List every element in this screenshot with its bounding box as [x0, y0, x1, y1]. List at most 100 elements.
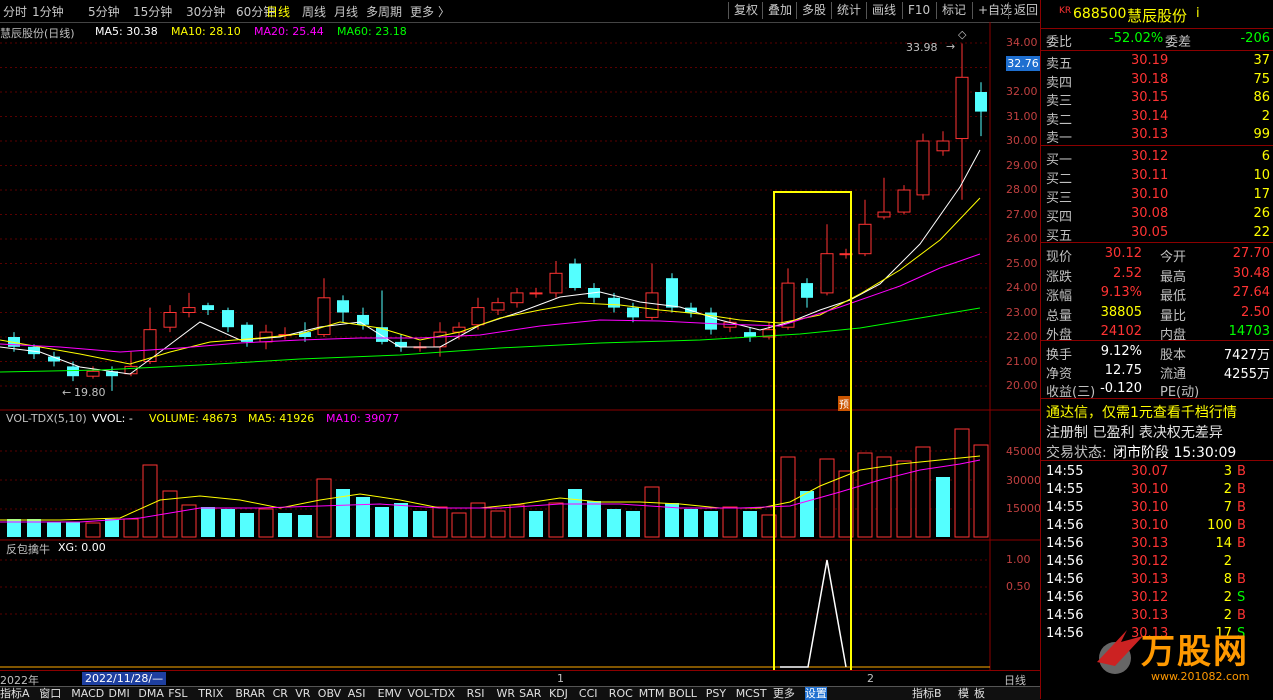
- indicator-tab-15[interactable]: WR: [497, 687, 516, 700]
- volume-bar[interactable]: [529, 511, 543, 537]
- volume-bar[interactable]: [684, 509, 698, 537]
- period-tab-6[interactable]: 日线: [266, 3, 290, 20]
- candle-body[interactable]: [67, 366, 79, 377]
- indicator-tab-17[interactable]: KDJ: [549, 687, 568, 700]
- volume-bar[interactable]: [819, 458, 835, 538]
- indicator-tab-23[interactable]: MCST: [736, 687, 767, 700]
- toolbar-button-6[interactable]: 标记: [936, 2, 971, 19]
- period-tab-9[interactable]: 多周期: [366, 3, 402, 20]
- period-tab-8[interactable]: 月线: [334, 3, 358, 20]
- volume-bar[interactable]: [394, 503, 408, 537]
- period-tab-4[interactable]: 30分钟: [186, 3, 225, 20]
- candle-body[interactable]: [897, 189, 911, 213]
- indicator-tab-18[interactable]: CCI: [579, 687, 598, 700]
- kline-chart-area[interactable]: [0, 22, 1040, 670]
- volume-bar[interactable]: [780, 456, 796, 538]
- candle-body[interactable]: [202, 305, 214, 311]
- candle-body[interactable]: [820, 253, 834, 294]
- volume-bar[interactable]: [644, 486, 660, 538]
- volume-bar[interactable]: [240, 513, 254, 537]
- candle-body[interactable]: [337, 300, 349, 313]
- candle-body[interactable]: [395, 341, 407, 347]
- indicator-tab-5[interactable]: FSL: [168, 687, 187, 700]
- candle-body[interactable]: [510, 292, 524, 304]
- indicator-tab-24[interactable]: 更多: [773, 687, 795, 700]
- volume-bar[interactable]: [413, 511, 427, 537]
- indicator-tab-8[interactable]: CR: [273, 687, 288, 700]
- candle-body[interactable]: [955, 76, 969, 140]
- candle-body[interactable]: [357, 314, 369, 325]
- indicator-tab-22[interactable]: PSY: [706, 687, 726, 700]
- indicator-tab-0[interactable]: 指标A: [0, 687, 30, 700]
- volume-bar[interactable]: [66, 522, 80, 537]
- info-icon[interactable]: i: [1196, 6, 1200, 21]
- period-tab-10[interactable]: 更多: [410, 3, 434, 20]
- volume-bar[interactable]: [936, 477, 950, 537]
- indicator-right-tab-1[interactable]: 模: [958, 687, 969, 700]
- volume-bar[interactable]: [298, 515, 312, 537]
- indicator-tab-9[interactable]: VR: [295, 687, 310, 700]
- volume-bar[interactable]: [356, 497, 370, 537]
- indicator-tab-25[interactable]: 设置: [804, 687, 827, 700]
- candle-body[interactable]: [222, 310, 234, 328]
- candle-body[interactable]: [627, 307, 639, 318]
- volume-bar[interactable]: [123, 518, 139, 538]
- toolbar-button-4[interactable]: 画线: [866, 2, 901, 19]
- candle-body[interactable]: [529, 292, 543, 295]
- indicator-right-tab-0[interactable]: 指标B: [912, 687, 942, 700]
- toolbar-button-5[interactable]: F10: [902, 2, 935, 19]
- indicator-tab-3[interactable]: DMI: [109, 687, 130, 700]
- indicator-tab-2[interactable]: MACD: [71, 687, 104, 700]
- indicator-tab-7[interactable]: BRAR: [235, 687, 265, 700]
- toolbar-button-3[interactable]: 统计: [831, 2, 866, 19]
- more-chevron-icon[interactable]: 〉: [438, 3, 450, 20]
- volume-bar[interactable]: [490, 510, 506, 538]
- volume-bar[interactable]: [743, 511, 757, 537]
- candle-body[interactable]: [471, 307, 485, 326]
- toolbar-button-2[interactable]: 多股: [796, 2, 831, 19]
- volume-bar[interactable]: [375, 507, 389, 537]
- indicator-tab-14[interactable]: RSI: [467, 687, 485, 700]
- indicator-tab-11[interactable]: ASI: [348, 687, 366, 700]
- ad-link[interactable]: 通达信，仅需1元查看千档行情: [1041, 401, 1273, 421]
- candle-body[interactable]: [801, 283, 813, 298]
- volume-bar[interactable]: [626, 511, 640, 537]
- candle-body[interactable]: [936, 140, 950, 152]
- indicator-tab-16[interactable]: SAR: [519, 687, 541, 700]
- volume-bar[interactable]: [105, 519, 119, 537]
- volume-bar[interactable]: [221, 509, 235, 537]
- volume-bar[interactable]: [876, 456, 892, 538]
- volume-bar[interactable]: [587, 501, 601, 537]
- indicator-tab-1[interactable]: 窗口: [39, 687, 61, 700]
- period-tab-0[interactable]: 分时: [3, 3, 27, 20]
- volume-bar[interactable]: [278, 513, 292, 537]
- candle-body[interactable]: [491, 302, 505, 311]
- toolbar-button-0[interactable]: 复权: [728, 2, 763, 19]
- volume-bar[interactable]: [857, 452, 873, 538]
- candle-body[interactable]: [858, 223, 872, 255]
- candle-body[interactable]: [549, 272, 563, 294]
- volume-bar[interactable]: [568, 489, 582, 537]
- indicator-tab-19[interactable]: ROC: [609, 687, 633, 700]
- volume-bar[interactable]: [201, 507, 215, 537]
- indicator-tab-6[interactable]: TRIX: [198, 687, 223, 700]
- candle-body[interactable]: [975, 92, 987, 112]
- candle-body[interactable]: [916, 140, 930, 196]
- volume-bar[interactable]: [509, 504, 525, 538]
- candle-body[interactable]: [877, 211, 891, 218]
- period-tab-3[interactable]: 15分钟: [133, 3, 172, 20]
- candle-body[interactable]: [645, 292, 659, 318]
- volume-bar[interactable]: [142, 464, 158, 538]
- candle-body[interactable]: [608, 297, 620, 308]
- indicator-tab-20[interactable]: MTM: [639, 687, 665, 700]
- volume-bar[interactable]: [47, 522, 61, 537]
- toolbar-button-1[interactable]: 叠加: [762, 2, 797, 19]
- volume-bar[interactable]: [85, 522, 101, 538]
- candle-body[interactable]: [666, 278, 678, 308]
- period-tab-1[interactable]: 1分钟: [32, 3, 64, 20]
- candle-body[interactable]: [163, 312, 177, 328]
- candle-body[interactable]: [86, 370, 100, 377]
- indicator-tab-21[interactable]: BOLL: [669, 687, 697, 700]
- volume-bar[interactable]: [432, 506, 448, 538]
- volume-bar[interactable]: [258, 508, 274, 538]
